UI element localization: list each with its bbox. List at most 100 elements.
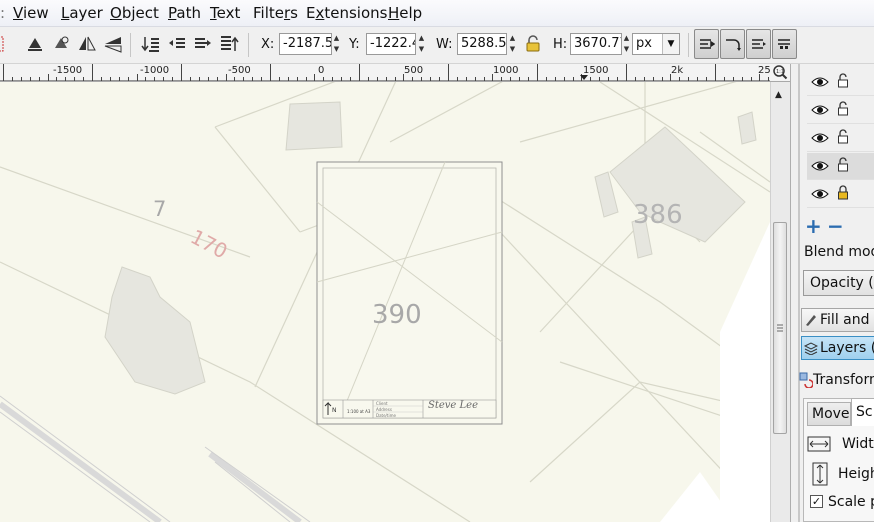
menu-view[interactable]: View: [13, 4, 49, 22]
scrollbar-thumb[interactable]: [773, 222, 787, 434]
horizontal-ruler[interactable]: -1500 -1000 -500 0 500 1000 1500 2k 25: [0, 64, 771, 82]
map-number-386: 386: [633, 200, 683, 230]
height-icon: [812, 462, 828, 486]
scale-text: 1:100 at A3: [347, 409, 371, 414]
flip-horizontal-icon[interactable]: [76, 33, 98, 55]
layer-row-selected[interactable]: [807, 153, 874, 180]
y-input[interactable]: -1222.4(: [366, 33, 416, 55]
layer-row[interactable]: [807, 97, 874, 124]
eye-icon[interactable]: [811, 103, 829, 117]
layer-row[interactable]: [807, 181, 874, 208]
h-label: H:: [553, 37, 568, 52]
h-input[interactable]: 3670.77: [570, 33, 622, 55]
scale-corners-icon: [725, 39, 741, 51]
transform-label: Transform: [813, 372, 874, 388]
lower-icon[interactable]: [166, 33, 188, 55]
x-spinner[interactable]: ▲ ▼: [331, 33, 342, 55]
flip-vertical-icon[interactable]: [102, 33, 124, 55]
tab-scale[interactable]: Sc: [851, 398, 874, 426]
unit-select[interactable]: px ▼: [632, 33, 680, 55]
unit-value: px: [636, 36, 652, 51]
rotate-cw-icon[interactable]: [50, 33, 72, 55]
rotate-ccw-icon[interactable]: [24, 33, 46, 55]
add-layer-icon[interactable]: +: [805, 214, 822, 238]
layers-icon: [804, 342, 818, 355]
menu-text[interactable]: Text: [210, 4, 240, 22]
w-input[interactable]: 5288.58: [457, 33, 507, 55]
white-area: [720, 222, 770, 522]
chevron-down-icon: ▼: [662, 34, 679, 54]
lower-to-bottom-icon[interactable]: [140, 33, 162, 55]
panel-handle[interactable]: [798, 64, 800, 522]
fill-stroke-label: Fill and S: [820, 312, 874, 328]
titleblock-date: Date/time: [376, 413, 396, 418]
ruler-label: -1000: [140, 65, 170, 76]
scale-proportionally-label: Scale p: [828, 494, 874, 510]
menu-help[interactable]: Help: [388, 4, 422, 22]
unlocked-icon[interactable]: [837, 157, 849, 173]
unlocked-icon[interactable]: [837, 101, 849, 117]
north-label: N: [332, 407, 337, 414]
map-number-390: 390: [372, 300, 422, 330]
layers-dock-button[interactable]: Layers (S: [801, 336, 874, 360]
ruler-ticks: [0, 64, 770, 81]
tool-controls-bar: X: -2187.5( ▲▼ Y: -1222.4( ▲▼ W: 5288.58…: [0, 27, 874, 64]
ruler-label: -1500: [53, 65, 83, 76]
lock-ratio-icon[interactable]: [522, 33, 544, 55]
vertical-scrollbar[interactable]: ▲: [770, 82, 790, 522]
move-patterns-toggle[interactable]: [772, 29, 797, 59]
opacity-label: Opacity (%: [810, 275, 874, 291]
scale-stroke-toggle[interactable]: [694, 29, 719, 59]
y-spinner[interactable]: ▲ ▼: [416, 33, 427, 55]
width-icon: [807, 436, 831, 452]
eye-icon[interactable]: [811, 159, 829, 173]
w-label: W:: [436, 37, 453, 52]
drawing-canvas[interactable]: 7 170 390 386 N 1:100 at A3 Client Addre…: [0, 82, 770, 522]
unlocked-icon[interactable]: [837, 73, 849, 89]
scale-corners-toggle[interactable]: [720, 29, 745, 59]
fill-stroke-icon: [806, 315, 816, 326]
menu-object[interactable]: Object: [110, 4, 159, 22]
x-input[interactable]: -2187.5(: [279, 33, 332, 55]
road-lines: [0, 401, 302, 522]
locked-icon[interactable]: [837, 185, 849, 201]
menu-overflow-marker: :: [0, 4, 6, 22]
eye-icon[interactable]: [811, 75, 829, 89]
opacity-field[interactable]: Opacity (%: [803, 270, 874, 296]
layer-row[interactable]: [807, 125, 874, 152]
y-label: Y:: [349, 37, 360, 52]
menu-path[interactable]: Path: [168, 4, 201, 22]
layer-row[interactable]: [807, 69, 874, 96]
dock-panel: + − Blend mod Opacity (% Fill and S Laye…: [790, 64, 874, 522]
x-label: X:: [261, 37, 275, 52]
raise-to-top-icon[interactable]: [218, 33, 240, 55]
fill-stroke-dock-button[interactable]: Fill and S: [801, 308, 874, 332]
w-spinner[interactable]: ▲ ▼: [507, 33, 518, 55]
ruler-label: 25: [758, 65, 771, 76]
menu-layer[interactable]: Layer: [61, 4, 103, 22]
ruler-label: 500: [404, 65, 424, 76]
move-gradients-toggle[interactable]: [746, 29, 771, 59]
menu-bar: : View Layer Object Path Text Filters Ex…: [0, 0, 874, 27]
unlocked-icon[interactable]: [837, 129, 849, 145]
remove-layer-icon[interactable]: −: [827, 214, 844, 238]
grip-icon: [777, 324, 783, 332]
page-border: [316, 161, 503, 425]
scroll-up-icon[interactable]: ▲: [775, 90, 782, 100]
scale-proportionally-checkbox[interactable]: ✓: [810, 495, 823, 508]
ruler-label: 0: [318, 65, 325, 76]
eye-icon[interactable]: [811, 131, 829, 145]
tab-move[interactable]: Move: [807, 402, 851, 426]
map-number-7: 7: [153, 197, 167, 221]
eye-icon[interactable]: [811, 187, 829, 201]
menu-extensions[interactable]: Extensions: [306, 4, 387, 22]
h-spinner[interactable]: ▲ ▼: [621, 33, 632, 55]
scale-stroke-icon: [699, 39, 715, 49]
zoom-corner[interactable]: 1:1: [770, 64, 790, 82]
menu-filters[interactable]: Filters: [253, 4, 298, 22]
titleblock-client: Client: [376, 401, 388, 406]
transform-icon: [799, 372, 813, 388]
move-patterns-icon: [777, 39, 790, 49]
ruler-label: 2k: [671, 65, 684, 76]
raise-icon[interactable]: [192, 33, 214, 55]
